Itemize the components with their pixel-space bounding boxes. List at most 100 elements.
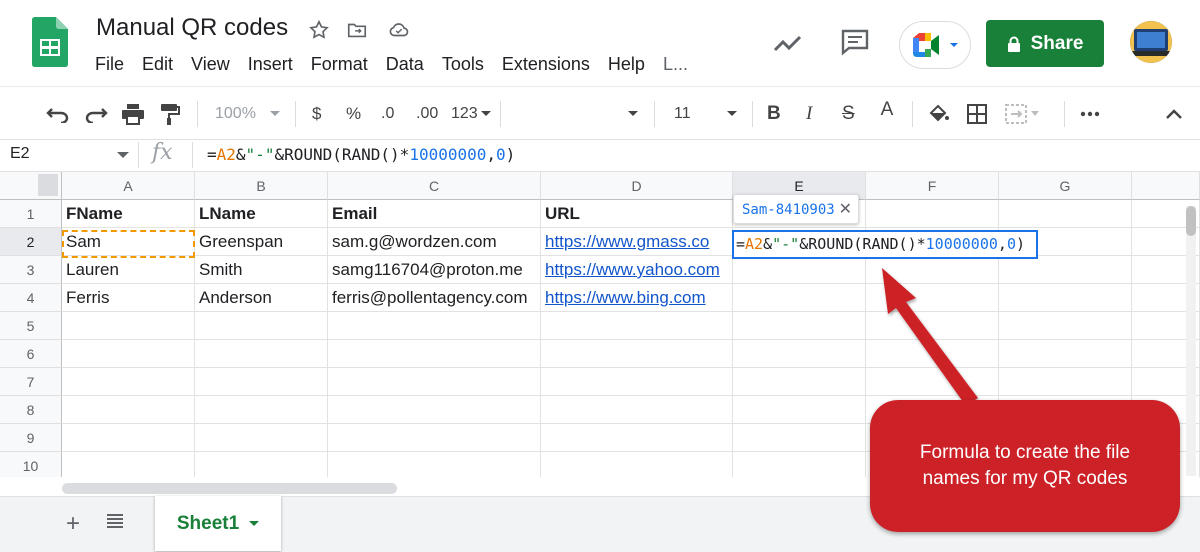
cell[interactable]: https://www.bing.com [541, 284, 733, 312]
fill-color-icon[interactable] [927, 103, 949, 125]
activity-dashboard-icon[interactable] [773, 30, 803, 61]
cell[interactable] [541, 424, 733, 452]
meet-button[interactable] [899, 21, 971, 69]
row-header-8[interactable]: 8 [0, 396, 62, 424]
cell[interactable]: sam.g@wordzen.com [328, 228, 541, 256]
more-options-icon[interactable] [1080, 103, 1100, 125]
print-icon[interactable] [121, 103, 145, 125]
borders-icon[interactable] [967, 103, 987, 125]
cell[interactable]: Smith [195, 256, 328, 284]
cell[interactable] [541, 368, 733, 396]
cell[interactable] [733, 424, 866, 452]
cell[interactable] [195, 368, 328, 396]
cell[interactable] [999, 200, 1132, 228]
share-button[interactable]: Share [986, 20, 1104, 67]
column-header-g[interactable]: G [999, 172, 1132, 200]
cell[interactable] [733, 396, 866, 424]
menu-format[interactable]: Format [311, 54, 368, 75]
more-formats-button[interactable]: 123 [451, 103, 491, 125]
move-to-folder-icon[interactable] [345, 18, 369, 42]
cell[interactable] [328, 452, 541, 477]
cell[interactable]: Ferris [62, 284, 195, 312]
chevron-down-icon[interactable] [117, 152, 129, 159]
format-currency-button[interactable]: $ [312, 103, 321, 125]
menu-data[interactable]: Data [386, 54, 424, 75]
menu-edit[interactable]: Edit [142, 54, 173, 75]
strikethrough-button[interactable]: S [842, 103, 855, 125]
menu-last-edit[interactable]: L... [663, 54, 688, 75]
cell[interactable] [195, 340, 328, 368]
cell[interactable] [733, 368, 866, 396]
cell[interactable] [999, 284, 1132, 312]
menu-extensions[interactable]: Extensions [502, 54, 590, 75]
row-header-10[interactable]: 10 [0, 452, 62, 477]
cell[interactable] [999, 368, 1132, 396]
document-title[interactable]: Manual QR codes [96, 14, 288, 42]
font-family-select[interactable] [628, 103, 638, 125]
vertical-scrollbar[interactable] [1186, 206, 1196, 476]
collapse-toolbar-icon[interactable] [1165, 103, 1183, 125]
cell[interactable] [195, 396, 328, 424]
cell[interactable] [328, 312, 541, 340]
cell[interactable] [328, 368, 541, 396]
undo-icon[interactable] [46, 103, 70, 125]
cell[interactable] [62, 368, 195, 396]
vertical-scroll-thumb[interactable] [1186, 206, 1196, 236]
zoom-select[interactable]: 100% [215, 103, 280, 125]
row-header-1[interactable]: 1 [0, 200, 62, 228]
sheet-tab[interactable]: Sheet1 [155, 496, 281, 551]
formula-input[interactable]: =A2&"-"&ROUND(RAND()*10000000,0) [207, 145, 515, 164]
italic-button[interactable]: I [806, 103, 812, 125]
row-header-3[interactable]: 3 [0, 256, 62, 284]
cell[interactable]: https://www.gmass.co [541, 228, 733, 256]
cloud-saved-icon[interactable] [387, 18, 411, 42]
cell[interactable]: samg116704@proton.me [328, 256, 541, 284]
decrease-decimal-button[interactable]: .0 [381, 103, 394, 125]
star-icon[interactable] [307, 18, 331, 42]
sheets-logo[interactable] [32, 17, 68, 67]
cell[interactable] [999, 312, 1132, 340]
name-box[interactable]: E2 [10, 145, 30, 163]
cell[interactable] [195, 452, 328, 477]
add-sheet-icon[interactable]: + [66, 510, 80, 538]
close-icon[interactable]: ✕ [839, 195, 852, 225]
row-header-5[interactable]: 5 [0, 312, 62, 340]
cell[interactable]: Email [328, 200, 541, 228]
cell[interactable] [328, 340, 541, 368]
cell[interactable] [541, 452, 733, 477]
cell[interactable] [195, 424, 328, 452]
cell[interactable]: Greenspan [195, 228, 328, 256]
increase-decimal-button[interactable]: .00 [416, 103, 438, 125]
menu-view[interactable]: View [191, 54, 230, 75]
comments-icon[interactable] [840, 28, 870, 61]
cell[interactable] [541, 340, 733, 368]
bold-button[interactable]: B [767, 103, 781, 125]
menu-tools[interactable]: Tools [442, 54, 484, 75]
row-header-9[interactable]: 9 [0, 424, 62, 452]
row-header-6[interactable]: 6 [0, 340, 62, 368]
cell[interactable] [541, 312, 733, 340]
cell[interactable] [733, 452, 866, 477]
cell[interactable] [866, 200, 999, 228]
column-header-b[interactable]: B [195, 172, 328, 200]
cell[interactable]: URL [541, 200, 733, 228]
cell[interactable]: https://www.yahoo.com [541, 256, 733, 284]
cell[interactable] [733, 312, 866, 340]
menu-insert[interactable]: Insert [248, 54, 293, 75]
menu-file[interactable]: File [95, 54, 124, 75]
avatar[interactable] [1130, 21, 1172, 63]
cell[interactable] [62, 340, 195, 368]
active-cell-editor[interactable]: =A2&"-"&ROUND(RAND()*10000000,0) [732, 230, 1038, 259]
font-size-select[interactable]: 11 [674, 103, 737, 125]
cell[interactable]: FName [62, 200, 195, 228]
row-header-2[interactable]: 2 [0, 228, 62, 256]
menu-help[interactable]: Help [608, 54, 645, 75]
cell[interactable] [62, 396, 195, 424]
cell[interactable] [999, 256, 1132, 284]
row-header-4[interactable]: 4 [0, 284, 62, 312]
cell[interactable] [328, 396, 541, 424]
cell[interactable] [733, 256, 866, 284]
cell[interactable] [62, 312, 195, 340]
cell[interactable]: Lauren [62, 256, 195, 284]
text-color-button[interactable]: A [874, 99, 900, 121]
